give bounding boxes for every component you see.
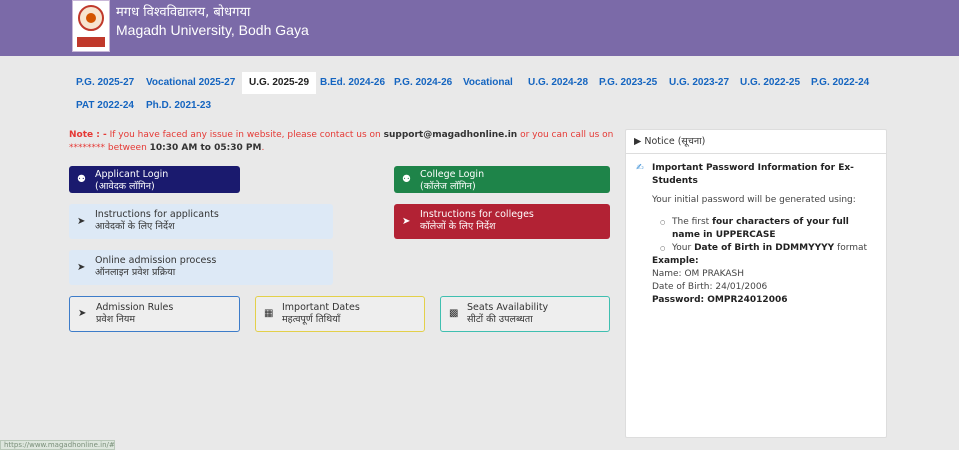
tab-phd-2021-23[interactable]: Ph.D. 2021-23 xyxy=(139,95,218,117)
applicant-login-button[interactable]: ⚉ Applicant Login (आवेदक लॉगिन) xyxy=(69,166,240,193)
calendar-icon: ▦ xyxy=(264,308,274,319)
megaphone-icon: ➤ xyxy=(402,215,411,227)
notice-panel: ▶ Notice (सूचना) ✍ Important Password In… xyxy=(625,129,887,438)
applicant-instructions-label: Instructions for applicants xyxy=(95,209,219,220)
tab-pg-2022-24[interactable]: P.G. 2022-24 xyxy=(804,72,876,94)
notice-item-icon: ✍ xyxy=(636,163,644,173)
tab-pg-2025-27[interactable]: P.G. 2025-27 xyxy=(69,72,141,94)
megaphone-icon: ➤ xyxy=(78,308,87,319)
seats-availability-button[interactable]: ▩ Seats Availability सीटों की उपलब्धता xyxy=(440,296,610,332)
admission-rules-label: Admission Rules xyxy=(96,302,174,313)
tab-pat-2022-24[interactable]: PAT 2022-24 xyxy=(69,95,141,117)
bullet-2-post: format xyxy=(834,243,868,253)
example-dob: Date of Birth: 24/01/2006 xyxy=(652,282,768,292)
notice-heading: Notice (सूचना) xyxy=(644,136,706,147)
online-admission-label: Online admission process xyxy=(95,255,217,266)
example-name: Name: OM PRAKASH xyxy=(652,269,745,279)
college-instructions-label-hindi: कॉलेजों के लिए निर्देश xyxy=(420,221,496,232)
note-label: Note : - xyxy=(69,130,107,140)
seats-availability-label: Seats Availability xyxy=(467,302,549,313)
user-icon: ⚉ xyxy=(77,173,86,185)
notice-bullet-1: The first four characters of your full n… xyxy=(636,216,876,242)
college-instructions-label: Instructions for colleges xyxy=(420,209,534,220)
notice-intro: Your initial password will be generated … xyxy=(652,195,856,205)
megaphone-icon: ➤ xyxy=(77,215,86,227)
note-text: If you have faced any issue in website, … xyxy=(106,130,384,140)
notice-title-text: Important Password Information for Ex-St… xyxy=(652,163,854,186)
applicant-instructions-button[interactable]: ➤ Instructions for applicants आवेदकों के… xyxy=(69,204,333,239)
notice-bullet-2: Your Date of Birth in DDMMYYYY format xyxy=(636,242,876,255)
tab-ug-2025-29[interactable]: U.G. 2025-29 xyxy=(242,72,317,94)
tab-ug-2022-25[interactable]: U.G. 2022-25 xyxy=(733,72,807,94)
admission-rules-button[interactable]: ➤ Admission Rules प्रवेश नियम xyxy=(69,296,240,332)
note-end: . xyxy=(261,143,265,153)
seat-icon: ▩ xyxy=(449,308,459,319)
online-admission-label-hindi: ऑनलाइन प्रवेश प्रक्रिया xyxy=(95,267,176,278)
university-logo[interactable] xyxy=(72,0,110,52)
tab-pg-2024-26[interactable]: P.G. 2024-26 xyxy=(387,72,459,94)
tab-ug-2023-27[interactable]: U.G. 2023-27 xyxy=(662,72,736,94)
important-dates-label: Important Dates xyxy=(282,302,360,313)
admission-rules-label-hindi: प्रवेश नियम xyxy=(96,314,136,325)
site-header: मगध विश्वविद्यालय, बोधगया Magadh Univers… xyxy=(0,0,959,56)
support-hours: 10:30 AM to 05:30 PM xyxy=(149,143,262,153)
tab-vocational[interactable]: Vocational xyxy=(456,72,520,94)
tab-vocational-2025-27[interactable]: Vocational 2025-27 xyxy=(139,72,242,94)
applicant-login-label-hindi: (आवेदक लॉगिन) xyxy=(95,181,155,192)
seats-availability-label-hindi: सीटों की उपलब्धता xyxy=(467,314,533,325)
support-email-link[interactable]: support@magadhonline.in xyxy=(384,130,518,140)
college-login-button[interactable]: ⚉ College Login (कॉलेज लॉगिन) xyxy=(394,166,610,193)
bullet-1-text: The first xyxy=(672,217,713,227)
notice-panel-header: ▶ Notice (सूचना) xyxy=(626,130,886,154)
example-label: Example: xyxy=(652,256,699,266)
megaphone-icon: ➤ xyxy=(77,261,86,273)
college-login-label-hindi: (कॉलेज लॉगिन) xyxy=(420,181,476,192)
important-dates-label-hindi: महत्वपूर्ण तिथियाँ xyxy=(282,314,341,325)
bullet-2-text: Your xyxy=(672,243,695,253)
example-password: Password: OMPR24012006 xyxy=(652,295,788,305)
online-admission-process-button[interactable]: ➤ Online admission process ऑनलाइन प्रवेश… xyxy=(69,250,333,285)
university-name-hindi: मगध विश्वविद्यालय, बोधगया xyxy=(116,5,251,20)
user-icon: ⚉ xyxy=(402,173,411,185)
college-instructions-button[interactable]: ➤ Instructions for colleges कॉलेजों के ल… xyxy=(394,204,610,239)
logo-base xyxy=(77,37,105,47)
applicant-instructions-label-hindi: आवेदकों के लिए निर्देश xyxy=(95,221,175,232)
college-login-label: College Login xyxy=(420,169,485,180)
notice-title: ✍ Important Password Information for Ex-… xyxy=(636,162,876,188)
tab-pg-2023-25[interactable]: P.G. 2023-25 xyxy=(592,72,664,94)
applicant-login-label: Applicant Login xyxy=(95,169,169,180)
important-dates-button[interactable]: ▦ Important Dates महत्वपूर्ण तिथियाँ xyxy=(255,296,425,332)
university-name-english: Magadh University, Bodh Gaya xyxy=(116,22,309,38)
browser-status-url: https://www.magadhonline.in/# xyxy=(0,440,115,450)
tab-bed-2024-26[interactable]: B.Ed. 2024-26 xyxy=(313,72,392,94)
bullhorn-icon: ▶ xyxy=(634,136,642,147)
logo-emblem xyxy=(78,5,104,31)
support-note: Note : - If you have faced any issue in … xyxy=(69,129,614,155)
tab-ug-2024-28[interactable]: U.G. 2024-28 xyxy=(521,72,595,94)
bullet-2-bold: Date of Birth in DDMMYYYY xyxy=(694,243,835,253)
